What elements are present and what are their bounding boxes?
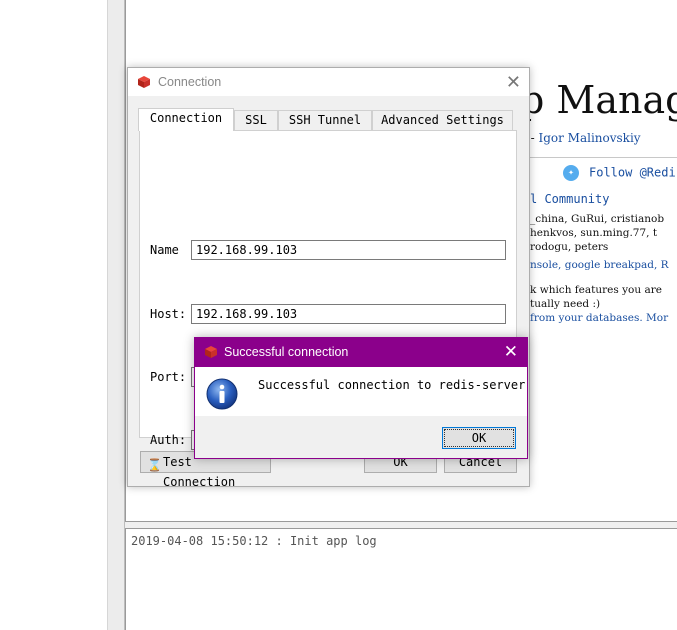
redis-logo-icon (138, 76, 150, 88)
message-box-titlebar[interactable]: Successful connection ✕ (195, 338, 527, 367)
tab-ssl[interactable]: SSL (234, 110, 278, 130)
name-field[interactable]: 192.168.99.103 (191, 240, 506, 260)
feedback-line-1: k which features you are (530, 284, 662, 296)
log-entry: 2019-04-08 15:50:12 : Init app log (131, 534, 377, 548)
connection-dialog-titlebar[interactable]: Connection ✕ (128, 68, 529, 96)
contributors-line-3: rodogu, peters (530, 241, 609, 253)
tab-connection[interactable]: Connection (138, 108, 234, 131)
success-message-box: Successful connection ✕ Successful conne… (194, 337, 528, 459)
message-box-footer: OK (195, 416, 527, 458)
welcome-title: p Manag (520, 78, 677, 122)
connection-dialog-title: Connection (158, 75, 222, 89)
author-link[interactable]: Igor Malinovskiy (538, 131, 640, 145)
contributors-line-2: henkvos, sun.ming.77, t (530, 227, 658, 239)
name-label: Name (150, 243, 179, 257)
message-box-body: Successful connection to redis-server (195, 367, 527, 416)
feedback-line-2: tually need :) (530, 298, 601, 310)
left-blank-area (0, 0, 107, 630)
tab-ssh-tunnel[interactable]: SSH Tunnel (278, 110, 372, 130)
info-icon (206, 378, 238, 410)
libraries-line[interactable]: nsole, google breakpad, R (530, 259, 669, 271)
feedback-line-3[interactable]: from your databases. Mor (530, 312, 668, 324)
close-icon[interactable]: ✕ (506, 72, 521, 93)
follow-link[interactable]: ✦ Follow @Redi (563, 165, 676, 181)
test-connection-label: Test Connection (163, 455, 236, 489)
message-box-title: Successful connection (224, 345, 349, 359)
host-field[interactable]: 192.168.99.103 (191, 304, 506, 324)
community-heading: l Community (530, 192, 610, 206)
sidebar-splitter[interactable] (107, 0, 125, 630)
message-text: Successful connection to redis-server (258, 378, 526, 392)
port-label: Port: (150, 370, 187, 384)
twitter-icon: ✦ (563, 165, 579, 181)
tab-advanced-settings[interactable]: Advanced Settings (372, 110, 513, 130)
message-ok-button[interactable]: OK (442, 427, 516, 449)
redis-logo-icon (205, 346, 217, 358)
auth-label: Auth: (150, 433, 187, 447)
welcome-divider (530, 157, 677, 158)
welcome-author: y - Igor Malinovskiy (520, 131, 641, 145)
host-label: Host: (150, 307, 187, 321)
close-icon[interactable]: ✕ (504, 342, 518, 362)
hourglass-icon: ⌛ (147, 458, 162, 472)
follow-label: Follow @Redi (589, 165, 676, 180)
contributors-line-1: _china, GuRui, cristianob (530, 213, 665, 225)
